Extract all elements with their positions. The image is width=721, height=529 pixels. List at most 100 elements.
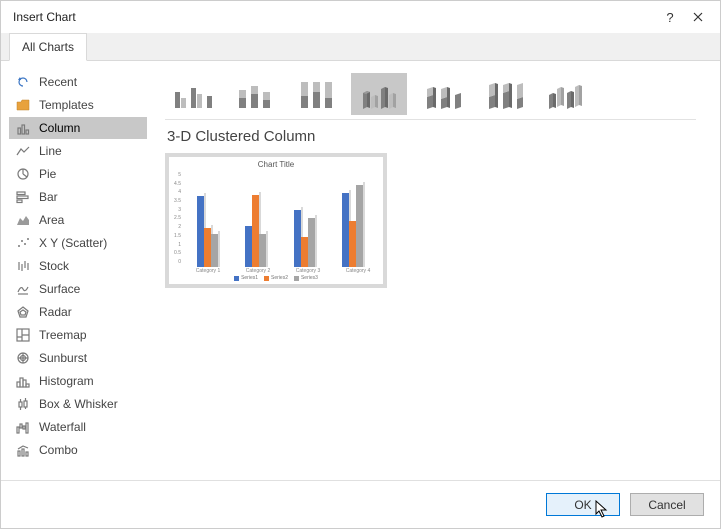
- category-label: Bar: [39, 190, 58, 204]
- category-pie[interactable]: Pie: [9, 163, 147, 185]
- close-button[interactable]: [684, 3, 712, 31]
- 3d-column-icon: [543, 77, 587, 111]
- category-label: Histogram: [39, 374, 94, 388]
- main-panel: 3-D Clustered Column Chart Title54.543.5…: [151, 61, 720, 480]
- category-label: Recent: [39, 75, 77, 89]
- category-label: Treemap: [39, 328, 87, 342]
- category-waterfall[interactable]: Waterfall: [9, 416, 147, 438]
- cancel-button[interactable]: Cancel: [630, 493, 704, 516]
- dialog-footer: OK Cancel: [1, 480, 720, 528]
- category-label: Stock: [39, 259, 69, 273]
- combo-icon: [15, 442, 31, 458]
- bar: [259, 234, 266, 267]
- radar-icon: [15, 304, 31, 320]
- category-label: Combo: [39, 443, 78, 457]
- subtype-stacked-column[interactable]: [227, 73, 283, 115]
- bar: [211, 234, 218, 267]
- titlebar: Insert Chart ?: [1, 1, 720, 33]
- y-tick: 0.5: [169, 250, 181, 256]
- legend-item: Series2: [264, 275, 288, 281]
- column-icon: [15, 120, 31, 136]
- y-tick: 2.5: [169, 215, 181, 221]
- dialog-body: Recent Templates Column Line Pie Bar Area X Y (…: [1, 61, 720, 480]
- 100-stacked-column-icon: [295, 78, 339, 110]
- subtype-100-stacked-column[interactable]: [289, 73, 345, 115]
- category-label: Templates: [39, 98, 94, 112]
- y-tick: 3: [169, 207, 181, 213]
- help-button[interactable]: ?: [656, 3, 684, 31]
- y-tick: 3.5: [169, 198, 181, 204]
- category-area[interactable]: Area: [9, 209, 147, 231]
- subtype-3d-clustered-column[interactable]: [351, 73, 407, 115]
- chart-preview[interactable]: Chart Title54.543.532.521.510.50Category…: [165, 153, 387, 288]
- bar: [252, 195, 259, 267]
- stock-icon: [15, 258, 31, 274]
- category-sunburst[interactable]: Sunburst: [9, 347, 147, 369]
- subtype-3d-column[interactable]: [537, 73, 593, 115]
- legend-item: Series1: [234, 275, 258, 281]
- y-tick: 0: [169, 259, 181, 265]
- bar: [349, 221, 356, 267]
- y-axis: 54.543.532.521.510.50: [169, 172, 183, 267]
- category-histogram[interactable]: Histogram: [9, 370, 147, 392]
- bar: [245, 226, 252, 267]
- category-combo[interactable]: Combo: [9, 439, 147, 461]
- bar-group: [245, 195, 266, 267]
- category-column[interactable]: Column: [9, 117, 147, 139]
- subtype-clustered-column[interactable]: [165, 73, 221, 115]
- tab-all-charts[interactable]: All Charts: [9, 33, 87, 61]
- x-axis: Category 1Category 2Category 3Category 4: [169, 267, 383, 275]
- category-label: Box & Whisker: [39, 397, 118, 411]
- boxwhisker-icon: [15, 396, 31, 412]
- category-label: Pie: [39, 167, 56, 181]
- treemap-icon: [15, 327, 31, 343]
- clustered-column-icon: [171, 78, 215, 110]
- category-surface[interactable]: Surface: [9, 278, 147, 300]
- surface-icon: [15, 281, 31, 297]
- category-recent[interactable]: Recent: [9, 71, 147, 93]
- bar: [301, 237, 308, 267]
- ok-button[interactable]: OK: [546, 493, 620, 516]
- category-boxwhisker[interactable]: Box & Whisker: [9, 393, 147, 415]
- category-line[interactable]: Line: [9, 140, 147, 162]
- subtype-row: [165, 73, 696, 115]
- folder-icon: [15, 97, 31, 113]
- waterfall-icon: [15, 419, 31, 435]
- bar-group: [294, 210, 315, 267]
- category-label: Sunburst: [39, 351, 87, 365]
- category-treemap[interactable]: Treemap: [9, 324, 147, 346]
- category-label: Area: [39, 213, 64, 227]
- y-tick: 1: [169, 242, 181, 248]
- bar: [308, 218, 315, 267]
- bar: [197, 196, 204, 267]
- bar: [294, 210, 301, 267]
- undo-icon: [15, 74, 31, 90]
- category-templates[interactable]: Templates: [9, 94, 147, 116]
- category-xy[interactable]: X Y (Scatter): [9, 232, 147, 254]
- line-icon: [15, 143, 31, 159]
- category-label: Column: [39, 121, 80, 135]
- stacked-column-icon: [233, 78, 277, 110]
- category-radar[interactable]: Radar: [9, 301, 147, 323]
- close-icon: [693, 12, 703, 22]
- x-tick: Category 4: [346, 268, 370, 274]
- bar: [342, 193, 349, 267]
- bar: [356, 185, 363, 267]
- subtype-3d-100-stacked-column[interactable]: [475, 73, 531, 115]
- cancel-label: Cancel: [648, 498, 685, 512]
- category-stock[interactable]: Stock: [9, 255, 147, 277]
- category-bar[interactable]: Bar: [9, 186, 147, 208]
- chart-plot: 54.543.532.521.510.50: [169, 172, 383, 267]
- 3d-stacked-column-icon: [419, 77, 463, 111]
- 3d-clustered-column-icon: [357, 77, 401, 111]
- category-label: Radar: [39, 305, 72, 319]
- tab-label: All Charts: [22, 40, 74, 54]
- bar-icon: [15, 189, 31, 205]
- category-label: Waterfall: [39, 420, 86, 434]
- y-tick: 5: [169, 172, 181, 178]
- sunburst-icon: [15, 350, 31, 366]
- subtype-title: 3-D Clustered Column: [165, 119, 696, 151]
- subtype-3d-stacked-column[interactable]: [413, 73, 469, 115]
- category-label: Surface: [39, 282, 80, 296]
- y-tick: 4.5: [169, 181, 181, 187]
